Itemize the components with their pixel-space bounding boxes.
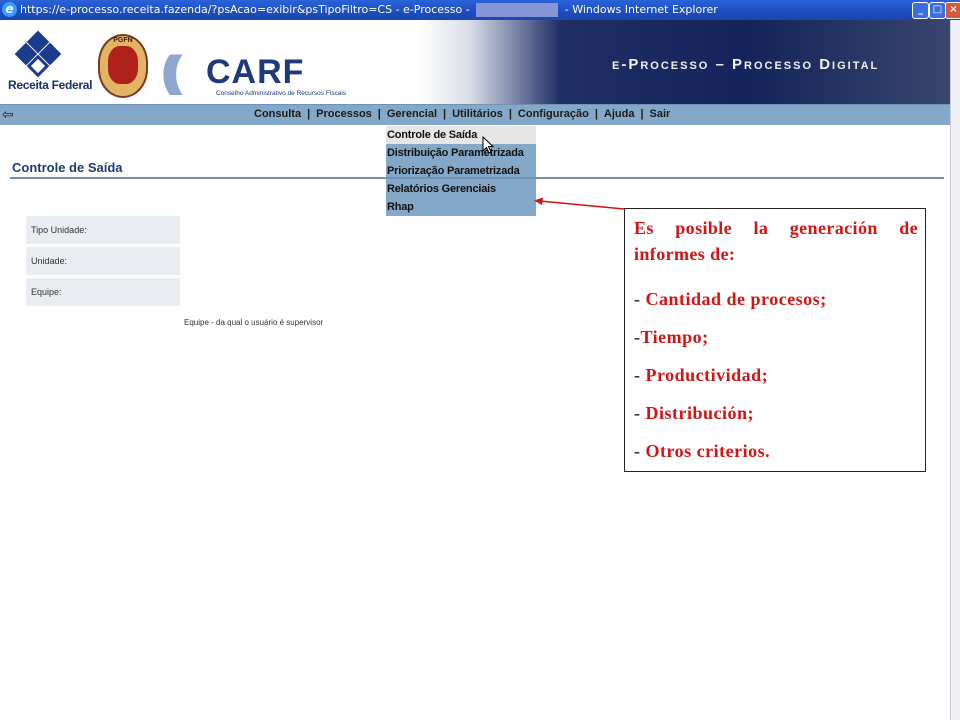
menu-item-controle-de-saida[interactable]: Controle de Saída	[386, 126, 536, 144]
pgfn-label: PGFN	[113, 37, 133, 44]
nav-item-sair[interactable]: Sair	[644, 108, 677, 120]
receita-federal-logo: Receita Federal	[8, 30, 93, 92]
window-title-bar: e https://e-processo.receita.fazenda/?ps…	[0, 0, 960, 20]
nav-item-utilitarios[interactable]: Utilitários	[446, 108, 509, 120]
window-title-prefix: https://e-processo.receita.fazenda/?psAc…	[20, 3, 470, 16]
receita-federal-label: Receita Federal	[8, 78, 93, 92]
ie-icon: e	[2, 2, 17, 17]
close-button[interactable]: ×	[945, 2, 960, 19]
eprocesso-title: e-Processo – Processo Digital	[612, 56, 880, 73]
pgfn-seal-icon: PGFN	[98, 34, 148, 98]
carf-subtitle: Conselho Administrativo de Recursos Fisc…	[216, 90, 347, 97]
annotation-callout-box: Es posible la generación de informes de:…	[624, 208, 926, 472]
carf-word: CARF	[206, 53, 305, 91]
filter-form: Tipo Unidade: Unidade: Equipe:	[26, 216, 180, 309]
equipe-hint-text: Equipe - da qual o usuário é supervisor	[184, 318, 324, 327]
field-unidade: Unidade:	[26, 247, 180, 275]
page-title: Controle de Saída	[12, 160, 123, 175]
annotation-item: - Distribución;	[634, 403, 755, 423]
nav-item-consulta[interactable]: Consulta	[248, 108, 307, 120]
annotation-item: - Cantidad de procesos;	[634, 289, 827, 309]
annotation-intro: Es posible la generación de informes de:	[634, 218, 918, 264]
header-banner: Receita Federal PGFN ((( CARF Conselho A…	[0, 20, 950, 104]
field-tipo-unidade: Tipo Unidade:	[26, 216, 180, 244]
window-title-suffix: - Windows Internet Explorer	[564, 3, 718, 16]
window-title: https://e-processo.receita.fazenda/?psAc…	[20, 3, 718, 17]
vertical-scrollbar[interactable]	[950, 20, 960, 720]
title-divider	[10, 177, 944, 179]
field-equipe: Equipe:	[26, 278, 180, 306]
nav-item-processos[interactable]: Processos	[310, 108, 378, 120]
back-arrow-icon[interactable]: ⇦	[2, 106, 14, 122]
callout-arrow	[534, 197, 625, 210]
nav-menu: Consulta | Processos | Gerencial | Utilitários…	[248, 108, 676, 120]
receita-federal-emblem-icon	[14, 30, 62, 78]
annotation-item: -Tiempo;	[634, 327, 709, 347]
nav-item-ajuda[interactable]: Ajuda	[598, 108, 641, 120]
nav-item-gerencial[interactable]: Gerencial	[381, 108, 443, 120]
maximize-button[interactable]: □	[929, 2, 946, 19]
redacted-block	[476, 3, 559, 17]
menu-item-rhap[interactable]: Rhap	[386, 198, 536, 216]
mouse-cursor-icon	[482, 136, 495, 154]
minimize-button[interactable]: _	[912, 2, 929, 19]
annotation-item: - Otros criterios.	[634, 441, 771, 461]
gerencial-dropdown-menu: Controle de Saída Distribuição Parametri…	[386, 126, 536, 216]
menu-item-distribuicao-parametrizada[interactable]: Distribuição Parametrizada	[386, 144, 536, 162]
main-nav-bar: ⇦ Consulta | Processos | Gerencial | Utilitári…	[0, 104, 950, 125]
menu-item-relatorios-gerenciais[interactable]: Relatórios Gerenciais	[386, 180, 536, 198]
nav-item-configuracao[interactable]: Configuração	[512, 108, 595, 120]
annotation-item: - Productividad;	[634, 365, 769, 385]
